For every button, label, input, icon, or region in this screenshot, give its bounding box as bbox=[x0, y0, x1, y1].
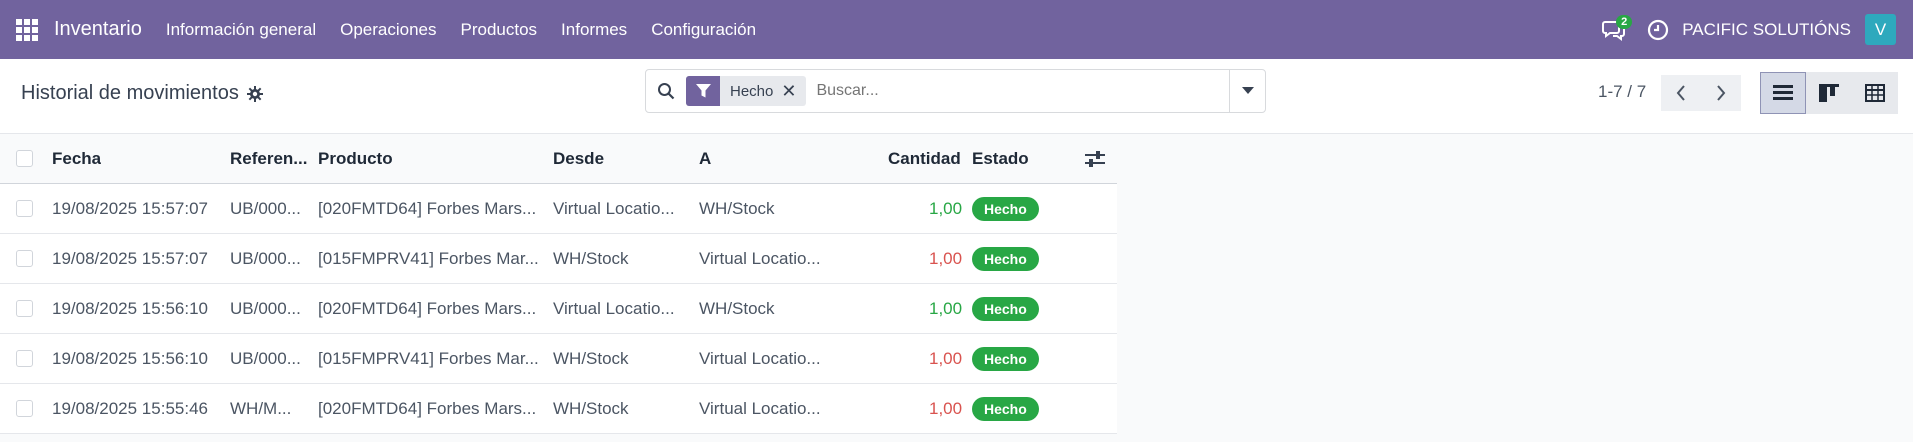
table-row[interactable]: 19/08/2025 15:57:07 UB/000... [015FMPRV4… bbox=[0, 234, 1117, 284]
kanban-view-icon bbox=[1819, 84, 1839, 102]
page-title: Historial de movimientos bbox=[21, 82, 263, 105]
cell-cantidad: 1,00 bbox=[929, 298, 963, 318]
pager-value[interactable]: 1-7 / 7 bbox=[1598, 82, 1646, 102]
menu-informacion-general[interactable]: Información general bbox=[154, 0, 328, 59]
navbar-right: 2 PACIFIC SOLUTIÓNS V bbox=[1594, 0, 1913, 59]
chevron-right-icon bbox=[1717, 85, 1726, 101]
search-icon[interactable] bbox=[646, 82, 686, 100]
company-switcher[interactable]: PACIFIC SOLUTIÓNS bbox=[1682, 20, 1851, 40]
cell-desde: WH/Stock bbox=[553, 248, 629, 268]
cell-cantidad: 1,00 bbox=[929, 248, 963, 268]
cell-referencia: UB/000... bbox=[230, 348, 301, 368]
menu-operaciones[interactable]: Operaciones bbox=[328, 0, 448, 59]
user-avatar[interactable]: V bbox=[1865, 14, 1896, 45]
cell-cantidad: 1,00 bbox=[929, 348, 963, 368]
list-view-button[interactable] bbox=[1760, 72, 1806, 114]
cell-referencia: UB/000... bbox=[230, 198, 301, 218]
cell-producto: [020FMTD64] Forbes Mars... bbox=[318, 398, 537, 418]
chevron-left-icon bbox=[1676, 85, 1685, 101]
header-referencia[interactable]: Referen... bbox=[230, 149, 307, 169]
row-checkbox[interactable] bbox=[16, 400, 33, 417]
status-badge: Hecho bbox=[972, 396, 1039, 421]
facet-remove-icon[interactable]: ✕ bbox=[781, 81, 806, 102]
search-bar: Hecho ✕ bbox=[645, 69, 1266, 113]
header-cantidad[interactable]: Cantidad bbox=[888, 149, 961, 169]
pager-next-button[interactable] bbox=[1701, 75, 1741, 111]
select-all-checkbox[interactable] bbox=[16, 150, 33, 167]
pivot-view-button[interactable] bbox=[1852, 72, 1898, 114]
page-title-text: Historial de movimientos bbox=[21, 82, 239, 104]
optional-columns-icon[interactable] bbox=[1085, 150, 1105, 173]
cell-a: WH/Stock bbox=[699, 298, 775, 318]
cell-desde: Virtual Locatio... bbox=[553, 198, 675, 218]
moves-table: Fecha Referen... Producto Desde A Cantid… bbox=[0, 134, 1117, 434]
cell-a: WH/Stock bbox=[699, 198, 775, 218]
table-row[interactable]: 19/08/2025 15:55:46 WH/M... [020FMTD64] … bbox=[0, 384, 1117, 434]
clock-icon bbox=[1648, 19, 1669, 40]
status-badge: Hecho bbox=[972, 346, 1039, 371]
cell-desde: WH/Stock bbox=[553, 348, 629, 368]
list-view-icon bbox=[1773, 85, 1793, 100]
row-checkbox[interactable] bbox=[16, 300, 33, 317]
row-checkbox[interactable] bbox=[16, 350, 33, 367]
table-grid-icon bbox=[1865, 84, 1885, 102]
cell-referencia: WH/M... bbox=[230, 398, 292, 418]
cell-fecha: 19/08/2025 15:55:46 bbox=[52, 398, 208, 418]
main-menu: Información general Operaciones Producto… bbox=[154, 0, 768, 59]
cell-referencia: UB/000... bbox=[230, 248, 301, 268]
cell-fecha: 19/08/2025 15:57:07 bbox=[52, 248, 208, 268]
top-navbar: Inventario Información general Operacion… bbox=[0, 0, 1913, 59]
search-input[interactable] bbox=[816, 82, 1229, 100]
gear-icon[interactable] bbox=[246, 85, 263, 102]
status-badge: Hecho bbox=[972, 196, 1039, 221]
cell-producto: [020FMTD64] Forbes Mars... bbox=[318, 298, 537, 318]
cell-producto: [015FMPRV41] Forbes Mar... bbox=[318, 248, 539, 268]
header-a[interactable]: A bbox=[699, 149, 711, 169]
cell-desde: Virtual Locatio... bbox=[553, 298, 675, 318]
cell-a: Virtual Locatio... bbox=[699, 248, 821, 268]
kanban-view-button[interactable] bbox=[1806, 72, 1852, 114]
cell-fecha: 19/08/2025 15:57:07 bbox=[52, 198, 208, 218]
status-badge: Hecho bbox=[972, 296, 1039, 321]
chat-count-badge: 2 bbox=[1616, 14, 1633, 29]
app-brand[interactable]: Inventario bbox=[54, 18, 142, 41]
cell-fecha: 19/08/2025 15:56:10 bbox=[52, 348, 208, 368]
chat-button[interactable]: 2 bbox=[1594, 10, 1634, 50]
cell-cantidad: 1,00 bbox=[929, 198, 963, 218]
facet-label: Hecho bbox=[730, 82, 774, 100]
filter-facet: Hecho ✕ bbox=[686, 76, 807, 106]
apps-menu-icon[interactable] bbox=[0, 0, 54, 59]
cell-fecha: 19/08/2025 15:56:10 bbox=[52, 298, 208, 318]
table-row[interactable]: 19/08/2025 15:57:07 UB/000... [020FMTD64… bbox=[0, 184, 1117, 234]
menu-productos[interactable]: Productos bbox=[449, 0, 550, 59]
menu-informes[interactable]: Informes bbox=[549, 0, 639, 59]
cell-cantidad: 1,00 bbox=[929, 398, 963, 418]
filter-icon bbox=[686, 76, 720, 106]
cell-referencia: UB/000... bbox=[230, 298, 301, 318]
header-producto[interactable]: Producto bbox=[318, 149, 393, 169]
table-header: Fecha Referen... Producto Desde A Cantid… bbox=[0, 134, 1117, 184]
header-fecha[interactable]: Fecha bbox=[52, 149, 101, 169]
table-row[interactable]: 19/08/2025 15:56:10 UB/000... [015FMPRV4… bbox=[0, 334, 1117, 384]
row-checkbox[interactable] bbox=[16, 200, 33, 217]
cell-producto: [020FMTD64] Forbes Mars... bbox=[318, 198, 537, 218]
control-panel: Historial de movimientos Hecho ✕ Buscar.… bbox=[0, 59, 1913, 134]
table-row[interactable]: 19/08/2025 15:56:10 UB/000... [020FMTD64… bbox=[0, 284, 1117, 334]
cell-a: Virtual Locatio... bbox=[699, 398, 821, 418]
header-estado[interactable]: Estado bbox=[972, 149, 1029, 169]
cell-desde: WH/Stock bbox=[553, 398, 629, 418]
row-checkbox[interactable] bbox=[16, 250, 33, 267]
status-badge: Hecho bbox=[972, 246, 1039, 271]
header-desde[interactable]: Desde bbox=[553, 149, 604, 169]
search-options-toggle[interactable] bbox=[1229, 70, 1265, 112]
activity-button[interactable] bbox=[1638, 10, 1678, 50]
pager-previous-button[interactable] bbox=[1661, 75, 1701, 111]
cell-producto: [015FMPRV41] Forbes Mar... bbox=[318, 348, 539, 368]
caret-down-icon bbox=[1241, 87, 1254, 94]
menu-configuracion[interactable]: Configuración bbox=[639, 0, 768, 59]
cell-a: Virtual Locatio... bbox=[699, 348, 821, 368]
